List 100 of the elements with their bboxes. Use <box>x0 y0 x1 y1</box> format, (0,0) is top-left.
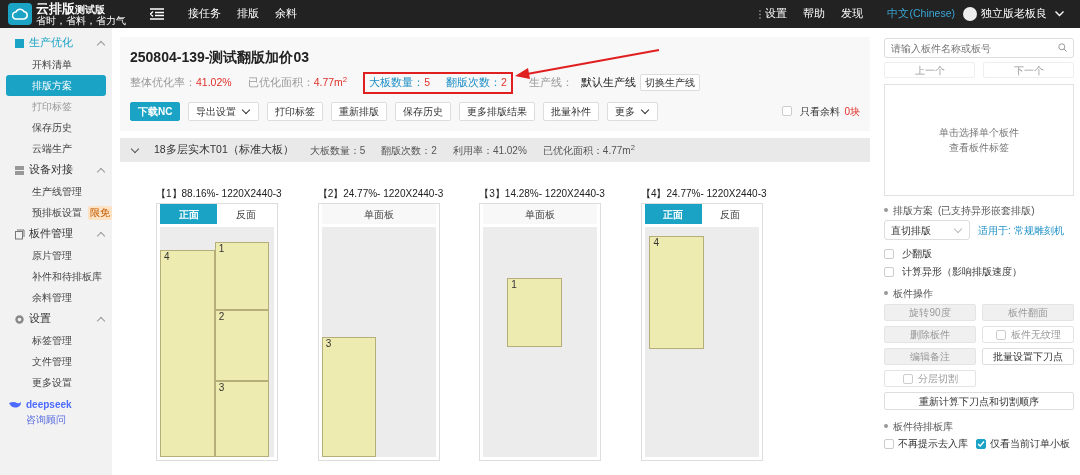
toolbar-button[interactable]: 批量补件 <box>543 101 600 121</box>
nav-link[interactable]: 排版 <box>237 6 259 22</box>
language-link[interactable]: 中文(Chinese) <box>887 6 955 22</box>
sidebar-group[interactable]: 设备对接 <box>29 162 98 178</box>
group-stat: 利用率：41.02% <box>452 143 527 158</box>
checkbox[interactable] <box>884 438 894 449</box>
section-note: (已支持异形嵌套排版) <box>938 203 1035 218</box>
device-icon <box>14 164 25 176</box>
panel-piece[interactable]: 2 <box>214 309 270 382</box>
sidebar-item[interactable]: 原片管理 <box>6 245 106 266</box>
nav-link[interactable]: 设置 <box>765 6 788 22</box>
toolbar-button[interactable]: 导出设置 <box>188 101 260 121</box>
line-label: 生产线： <box>528 75 573 90</box>
checkbox[interactable] <box>884 248 894 259</box>
group-stat: 翻版次数：2 <box>381 143 437 158</box>
sidebar-item[interactable]: 预排板设置 <box>32 202 82 223</box>
checkbox-label: 不再提示去入库 <box>898 437 968 451</box>
machine-link[interactable]: 适用于: 常规雕刻机 <box>978 222 1064 238</box>
recalculate-button[interactable]: 重新计算下刀点和切割顺序 <box>884 392 1074 410</box>
toolbar-button[interactable]: 更多排版结果 <box>459 101 536 121</box>
stat-value: 41.02% <box>196 75 232 90</box>
sidebar-item[interactable]: 生产线管理 <box>6 181 106 202</box>
brand-name: deepseek <box>26 398 72 412</box>
toolbar-button[interactable]: 重新排版 <box>331 101 388 121</box>
nav-link[interactable]: 接任务 <box>188 6 221 22</box>
checkbox[interactable] <box>976 438 986 449</box>
panel-piece[interactable]: 1 <box>214 241 270 310</box>
sidebar-item[interactable]: 保存历史 <box>6 117 106 138</box>
menu-icon[interactable] <box>150 8 164 20</box>
avatar <box>963 7 977 21</box>
logo-subtitle: 测试版 <box>75 5 105 15</box>
chevron-icon[interactable] <box>1055 11 1064 17</box>
stat-label: 翻版次数： <box>446 75 502 90</box>
logo-icon <box>8 3 32 25</box>
nav-link[interactable]: 发现 <box>841 6 864 22</box>
panel-piece[interactable]: 3 <box>214 381 270 457</box>
section-title: 板件待排板库 <box>893 419 953 434</box>
board-type-label: 单面板 <box>483 204 598 224</box>
user-name[interactable]: 独立版老板良 <box>981 6 1047 22</box>
nav-link[interactable]: 帮助 <box>803 6 826 22</box>
sidebar-item[interactable]: 开料清单 <box>6 54 106 75</box>
toolbar-button[interactable]: 保存历史 <box>395 101 452 121</box>
scheme-select[interactable]: 直切排版 <box>884 220 970 240</box>
slogan: 省时，省料，省力气 <box>36 16 126 26</box>
settings-icon <box>14 313 25 325</box>
panel-piece[interactable]: 4 <box>160 250 215 457</box>
sidebar-item[interactable]: 文件管理 <box>6 351 106 372</box>
board-title: 【2】24.77%- 1220X2440-3 <box>317 187 444 201</box>
board-title: 【1】88.16%- 1220X2440-3 <box>156 187 282 201</box>
board-title: 【4】24.77%- 1220X2440-3 <box>640 187 767 201</box>
group-stat: 已优化面积：4.77m$^{2}$ <box>542 142 635 158</box>
line-value: 默认生产线 <box>580 75 636 90</box>
free-tag: 限免 <box>88 205 112 220</box>
checkbox-label: 分层切割 <box>917 372 958 386</box>
section-title: 板件操作 <box>893 286 933 301</box>
whale-icon <box>8 400 22 409</box>
sidebar-item[interactable]: 云端生产 <box>6 138 106 159</box>
panel-piece[interactable]: 3 <box>321 337 377 457</box>
checkbox-label: 计算异形（影响排版速度） <box>902 265 1022 279</box>
preview-hint: 查看板件标签 <box>949 141 1009 155</box>
group-title: 18多层实木T01（标准大板） <box>154 142 294 158</box>
sidebar-group[interactable]: 板件管理 <box>29 226 98 242</box>
chart-icon <box>14 37 25 49</box>
remnant-count: 0块 <box>844 104 860 119</box>
stat-value: 5 <box>424 75 431 90</box>
board-title: 【3】14.28%- 1220X2440-3 <box>479 187 605 201</box>
group-stat: 大板数量：5 <box>309 143 366 158</box>
panel-piece[interactable]: 4 <box>649 236 705 349</box>
page-title: 250804-139-测试翻版加价03 <box>130 48 309 67</box>
sidebar-item[interactable]: 补件和待排板库 <box>6 266 106 287</box>
stat-value: 4.77m$^{2}$ <box>313 75 348 90</box>
board-type-label: 单面板 <box>321 204 436 224</box>
checkbox-label: 只看余料 <box>800 104 841 119</box>
preview-hint: 单击选择单个板件 <box>939 126 1019 140</box>
checkbox-label: 少翻版 <box>902 247 932 261</box>
panel-piece[interactable]: 1 <box>507 277 562 347</box>
logo-title: 云排版 <box>36 2 75 15</box>
checkbox[interactable] <box>782 106 793 117</box>
section-title: 排版方案 <box>893 203 933 218</box>
operation-button[interactable]: 批量设置下刀点 <box>982 348 1074 365</box>
sidebar-item[interactable]: 标签管理 <box>6 330 106 351</box>
sidebar-item[interactable]: 更多设置 <box>6 372 106 393</box>
search-field[interactable]: 请输入板件名称或板号 <box>884 38 1074 58</box>
consultant-link[interactable]: 咨询顾问 <box>0 412 112 427</box>
more-icon <box>759 9 762 19</box>
toolbar-button[interactable]: 打印标签 <box>267 101 324 121</box>
toolbar-button[interactable]: 更多 <box>607 101 659 121</box>
nav-link[interactable]: 余料 <box>275 6 297 22</box>
switch-line-button[interactable]: 切换生产线 <box>639 74 700 92</box>
sidebar-group[interactable]: 设置 <box>29 311 98 327</box>
sidebar-item[interactable]: 余料管理 <box>6 287 106 308</box>
stat-value: 2 <box>501 75 507 90</box>
copy-icon <box>14 228 25 240</box>
stat-label: 已优化面积： <box>247 75 314 90</box>
checkbox-label: 仅看当前订单小板 <box>990 437 1070 451</box>
checkbox-label: 板件无纹理 <box>1010 328 1061 342</box>
checkbox[interactable] <box>884 266 894 277</box>
search-icon[interactable] <box>1058 43 1067 52</box>
stat-label: 整体优化率： <box>130 75 196 90</box>
stat-label: 大板数量： <box>369 75 425 90</box>
